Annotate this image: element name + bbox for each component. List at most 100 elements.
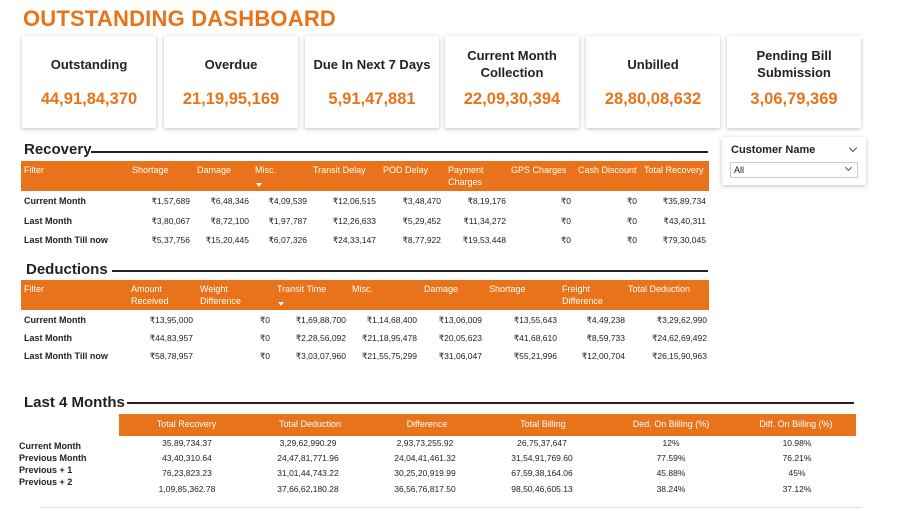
kpi-card-due-next-7-days[interactable]: Due In Next 7 Days 5,91,47,881: [305, 36, 439, 128]
table-cell: 98,50,46,605.13: [511, 484, 573, 494]
table-cell: ₹21,18,95,478: [361, 333, 417, 343]
table-row-label: Current Month: [24, 315, 86, 325]
table-cell: 24,04,41,461.32: [394, 453, 456, 463]
col-header-amount-received[interactable]: Amount Received: [131, 283, 181, 307]
sort-descending-icon[interactable]: [256, 183, 262, 187]
table-cell: ₹1,69,88,700: [295, 315, 346, 325]
kpi-value: 22,09,30,394: [463, 90, 561, 108]
table-cell: 2,93,73,255.92: [396, 438, 454, 448]
chevron-down-icon[interactable]: [844, 163, 853, 172]
table-cell: ₹3,48,470: [402, 196, 442, 206]
table-cell: ₹0: [560, 216, 571, 226]
table-cell: ₹0: [560, 196, 571, 206]
table-row-label: Current Month: [24, 196, 86, 206]
table-cell: 76.21%: [782, 453, 812, 463]
kpi-card-current-month-collection[interactable]: Current Month Collection 22,09,30,394: [445, 36, 579, 128]
table-cell: 36,56,76,817.50: [394, 484, 456, 494]
table-cell: ₹13,95,000: [149, 315, 193, 325]
col-header-diff-on-billing[interactable]: Diff. On Billing (%): [741, 419, 851, 429]
table-cell: ₹0: [259, 333, 270, 343]
row-label: Current Month: [19, 441, 81, 451]
table-cell: ₹6,07,326: [268, 235, 308, 245]
table-cell: 45%: [788, 468, 806, 478]
table-cell: ₹1,14,68,400: [366, 315, 417, 325]
col-header-total-recovery[interactable]: Total Recovery: [139, 419, 234, 429]
col-header-freight-difference[interactable]: Freight Difference: [562, 283, 612, 307]
table-cell: ₹26,15,90,963: [651, 351, 707, 361]
table-cell: ₹5,37,756: [151, 235, 191, 245]
table-cell: ₹41,68,610: [513, 333, 557, 343]
table-row-label: Last Month: [24, 333, 72, 343]
col-header-shortage[interactable]: Shortage: [132, 164, 169, 176]
col-header-payment-charges[interactable]: Payment Charges: [448, 164, 496, 188]
footer-divider: [40, 507, 861, 508]
col-header-difference[interactable]: Difference: [377, 419, 477, 429]
customer-name-dropdown[interactable]: All: [730, 162, 858, 178]
col-header-misc[interactable]: Misc.: [255, 164, 276, 176]
table-cell: ₹24,33,147: [332, 235, 376, 245]
col-header-total-recovery[interactable]: Total Recovery: [644, 164, 704, 176]
row-label: Previous + 1: [19, 465, 73, 475]
table-cell: 26,75,37,647: [517, 438, 567, 448]
col-header-total-deduction[interactable]: Total Deduction: [628, 283, 690, 295]
col-header-filter[interactable]: Filter: [24, 164, 44, 176]
table-cell: 10.98%: [782, 438, 812, 448]
kpi-card-unbilled[interactable]: Unbilled 28,80,08,632: [586, 36, 720, 128]
kpi-card-outstanding[interactable]: Outstanding 44,91,84,370: [22, 36, 156, 128]
table-cell: ₹13,06,009: [438, 315, 482, 325]
dashboard-title: OUTSTANDING DASHBOARD: [23, 6, 337, 31]
table-cell: ₹0: [259, 351, 270, 361]
last4-divider: [127, 402, 854, 404]
table-cell: 12%: [662, 438, 680, 448]
kpi-card-pending-bill-submission[interactable]: Pending Bill Submission 3,06,79,369: [727, 36, 861, 128]
deductions-table-header: Filter Amount Received Weight Difference…: [21, 280, 709, 310]
table-cell: ₹6,48,346: [210, 196, 250, 206]
table-cell: ₹44,83,957: [149, 333, 193, 343]
col-header-filter[interactable]: Filter: [24, 283, 44, 295]
slicer-title: Customer Name: [731, 144, 816, 156]
col-header-transit-time[interactable]: Transit Time: [277, 283, 326, 295]
table-cell: ₹8,72,100: [210, 216, 250, 226]
chevron-down-icon[interactable]: [848, 143, 858, 153]
table-cell: ₹0: [259, 315, 270, 325]
table-cell: ₹3,80,067: [151, 216, 191, 226]
kpi-label: Outstanding: [50, 56, 128, 72]
col-header-ded-on-billing[interactable]: Ded. On Billing (%): [611, 419, 731, 429]
table-cell: ₹8,77,922: [402, 235, 442, 245]
col-header-misc[interactable]: Misc.: [352, 283, 373, 295]
col-header-cash-discount[interactable]: Cash Discount: [578, 164, 637, 176]
col-header-damage[interactable]: Damage: [424, 283, 458, 295]
col-header-total-deduction[interactable]: Total Deduction: [260, 419, 360, 429]
table-cell: ₹12,26,633: [332, 216, 376, 226]
table-cell: ₹11,34,272: [463, 216, 506, 226]
kpi-label: Unbilled: [627, 56, 679, 72]
sort-descending-icon[interactable]: [278, 302, 284, 306]
table-cell: ₹15,20,445: [205, 235, 249, 245]
table-cell: 38.24%: [656, 484, 686, 494]
last4-table-header: Total Recovery Total Deduction Differenc…: [119, 414, 856, 436]
table-cell: ₹0: [626, 216, 637, 226]
table-cell: 76,23,823.23: [162, 468, 212, 478]
col-header-shortage[interactable]: Shortage: [489, 283, 526, 295]
kpi-value: 5,91,47,881: [328, 90, 416, 108]
kpi-value: 44,91,84,370: [40, 90, 138, 108]
table-cell: 67,59,38,164.06: [511, 468, 573, 478]
recovery-section-title: Recovery: [24, 141, 92, 158]
col-header-weight-difference[interactable]: Weight Difference: [200, 283, 250, 307]
table-cell: 77.59%: [656, 453, 686, 463]
col-header-damage[interactable]: Damage: [197, 164, 231, 176]
col-header-transit-delay[interactable]: Transit Delay: [313, 164, 366, 176]
table-cell: ₹1,57,689: [151, 196, 191, 206]
kpi-card-overdue[interactable]: Overdue 21,19,95,169: [164, 36, 298, 128]
table-cell: ₹0: [626, 196, 637, 206]
customer-name-slicer[interactable]: Customer Name All: [722, 137, 866, 185]
table-cell: ₹3,03,07,960: [295, 351, 346, 361]
table-cell: 31,01,44,743.22: [277, 468, 339, 478]
col-header-gps-charges[interactable]: GPS Charges: [511, 164, 567, 176]
kpi-label: Due In Next 7 Days: [313, 56, 431, 72]
col-header-pod-delay[interactable]: POD Delay: [383, 164, 428, 176]
col-header-total-billing[interactable]: Total Billing: [493, 419, 593, 429]
table-cell: ₹12,06,515: [332, 196, 376, 206]
table-cell: 35,89,734.37: [162, 438, 212, 448]
table-cell: ₹13,55,643: [513, 315, 557, 325]
